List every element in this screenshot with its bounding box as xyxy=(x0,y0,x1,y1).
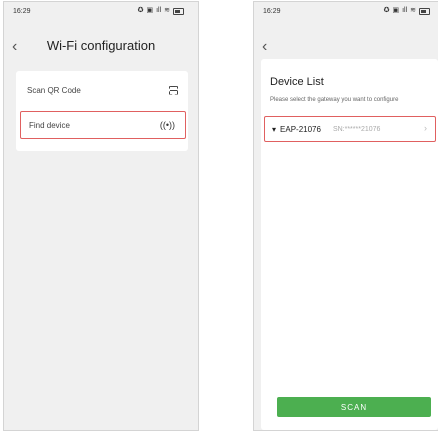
status-icons: ✪ ▣ ıll ≋ xyxy=(138,7,184,15)
wifi-configuration-screen: 16:29 ✪ ▣ ıll ≋ ‹ Wi-Fi configuration Sc… xyxy=(3,1,199,431)
device-serial-number: SN:******21076 xyxy=(332,125,381,133)
page-title: Wi-Fi configuration xyxy=(46,38,156,53)
chevron-right-icon: › xyxy=(424,123,427,133)
signal-icon: ıll xyxy=(156,7,162,14)
status-bar: 16:29 ✪ ▣ ıll ≋ xyxy=(254,2,438,22)
status-time: 16:29 xyxy=(13,8,31,15)
config-options-card: Scan QR Code Find device ((•)) xyxy=(16,71,188,151)
find-device-label: Find device xyxy=(29,120,70,130)
sim-icon: ▣ xyxy=(146,7,154,14)
wifi-status-icon: ≋ xyxy=(164,7,170,14)
status-bar: 16:29 ✪ ▣ ıll ≋ xyxy=(4,2,198,22)
scan-button[interactable]: SCAN xyxy=(277,397,431,417)
battery-icon xyxy=(173,7,184,15)
shield-icon: ✪ xyxy=(383,7,390,14)
wifi-icon: ▾ xyxy=(272,124,277,134)
device-list-item[interactable]: ▾ EAP-21076 SN:******21076 › xyxy=(264,116,436,142)
find-device-option[interactable]: Find device ((•)) xyxy=(20,111,186,139)
radio-signal-icon: ((•)) xyxy=(159,120,175,130)
device-list-card: Device List Please select the gateway yo… xyxy=(261,59,438,430)
device-list-subtitle: Please select the gateway you want to co… xyxy=(270,97,399,103)
scan-icon xyxy=(169,86,178,95)
shield-icon: ✪ xyxy=(137,7,144,14)
scan-qr-code-label: Scan QR Code xyxy=(27,85,81,95)
device-list-title: Device List xyxy=(270,76,324,88)
sim-icon: ▣ xyxy=(392,7,400,14)
device-name: EAP-21076 xyxy=(280,124,321,134)
back-arrow-icon[interactable]: ‹ xyxy=(262,39,267,55)
status-icons: ✪ ▣ ıll ≋ xyxy=(384,7,430,15)
status-time: 16:29 xyxy=(263,8,281,15)
device-list-screen: 16:29 ✪ ▣ ıll ≋ ‹ Device List Please sel… xyxy=(253,1,438,431)
wifi-status-icon: ≋ xyxy=(410,7,416,14)
scan-qr-code-option[interactable]: Scan QR Code xyxy=(16,75,188,105)
signal-icon: ıll xyxy=(402,7,408,14)
battery-icon xyxy=(419,7,430,15)
